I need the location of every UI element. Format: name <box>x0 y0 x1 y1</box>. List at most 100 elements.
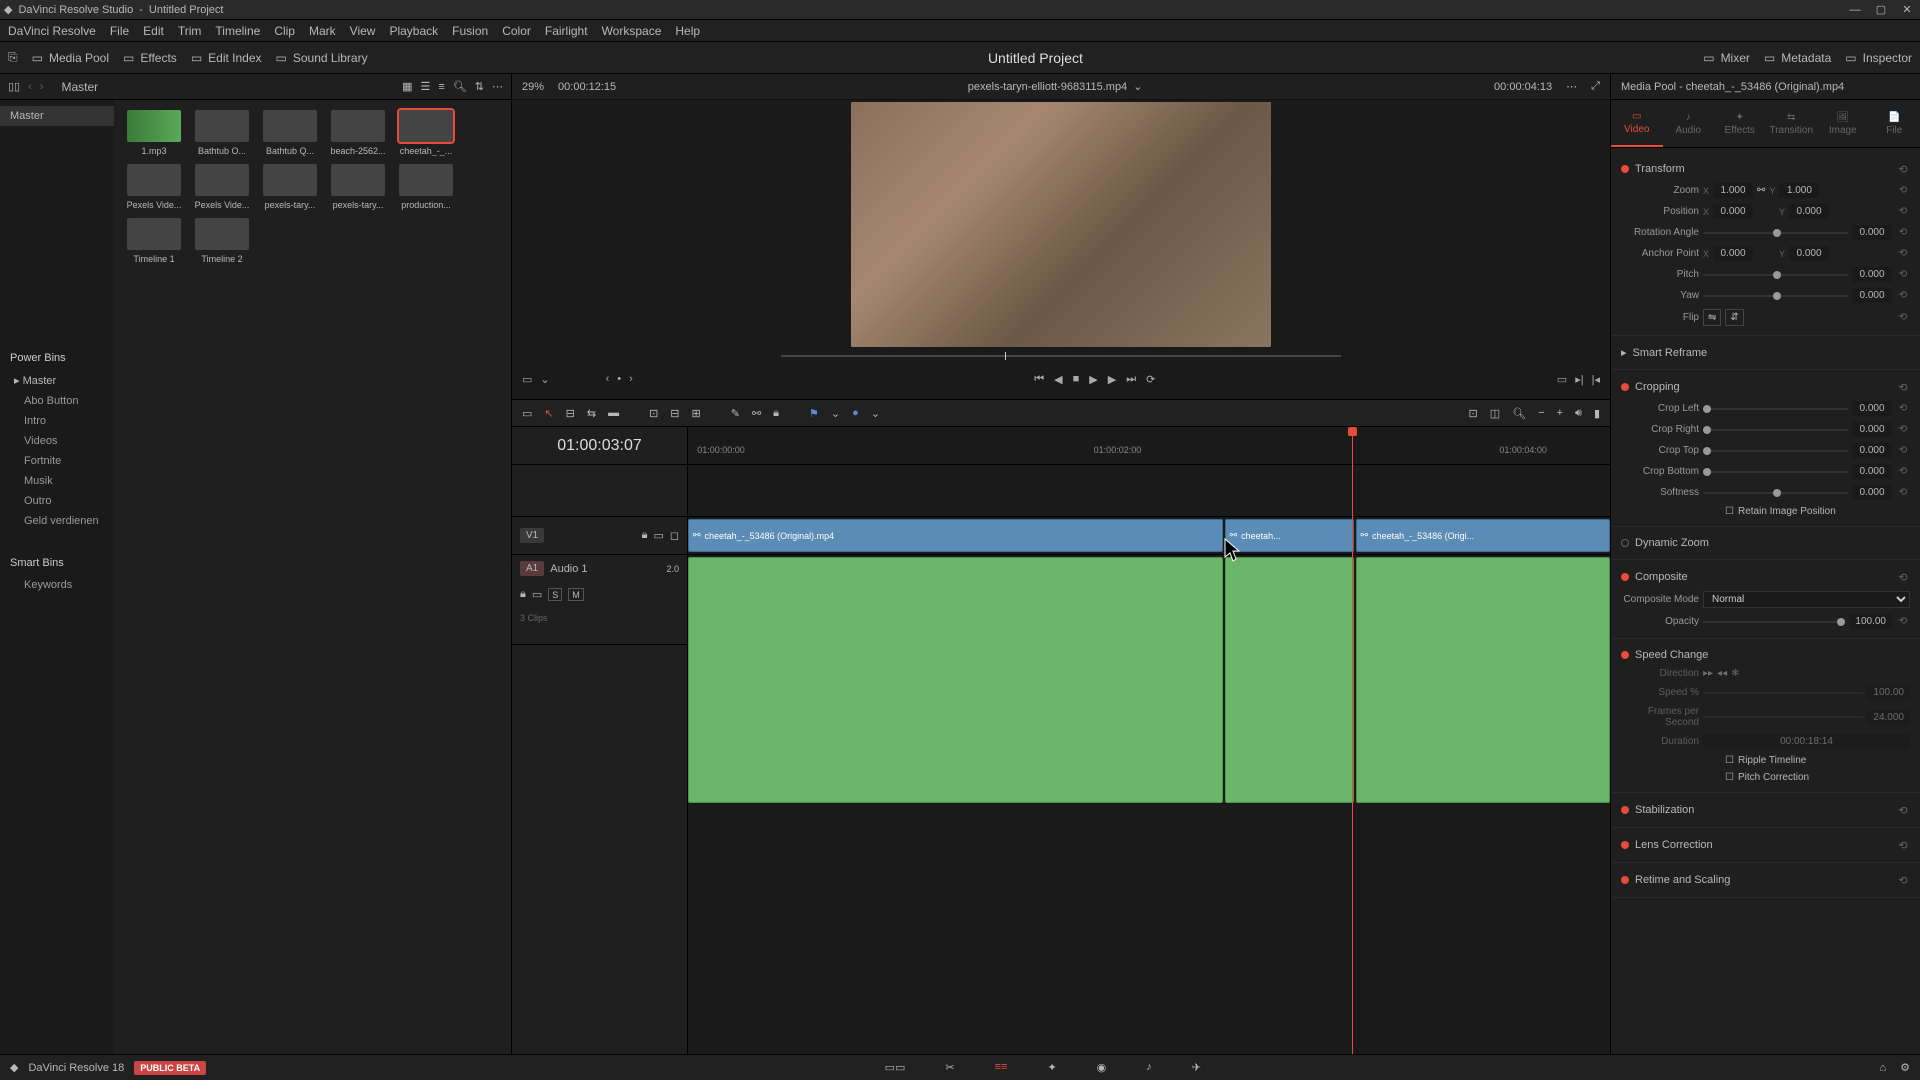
zoom-out-icon[interactable]: − <box>1538 407 1544 419</box>
inspector-tab-file[interactable]: 📄File <box>1869 100 1920 147</box>
v1-lock-icon[interactable]: 🔒︎ <box>642 529 648 542</box>
transform-enable-dot[interactable] <box>1621 165 1629 173</box>
clip-dropdown-icon[interactable]: ⌄ <box>1133 80 1142 93</box>
viewer-scrubber[interactable] <box>512 347 1610 365</box>
menu-davinci-resolve[interactable]: DaVinci Resolve <box>8 24 96 38</box>
lens-correction-head[interactable]: Lens Correction⟲ <box>1621 834 1910 856</box>
media-item[interactable]: pexels-tary... <box>260 164 320 210</box>
crop-top-input[interactable]: 0.000 <box>1852 443 1892 458</box>
power-bins-master[interactable]: ▸ Master <box>0 370 114 391</box>
metadata-button[interactable]: ▭Metadata <box>1764 51 1831 65</box>
menu-trim[interactable]: Trim <box>178 24 202 38</box>
flip-h-icon[interactable]: ⇋ <box>1703 309 1721 326</box>
power-bin-item[interactable]: Outro <box>0 491 114 511</box>
ripple-checkbox[interactable]: ☐ <box>1725 755 1734 766</box>
dynamic-zoom-enable-dot[interactable] <box>1621 539 1629 547</box>
viewer-options-icon[interactable]: ⋯ <box>1566 80 1577 93</box>
composite-enable-dot[interactable] <box>1621 573 1629 581</box>
flag-icon[interactable]: ⚑ <box>809 407 819 420</box>
video-clip[interactable]: ⚯cheetah_-_53486 (Original).mp4 <box>688 519 1223 552</box>
breadcrumb[interactable]: Master <box>61 80 98 94</box>
audio-clip[interactable] <box>1225 557 1354 803</box>
nav-forward-icon[interactable]: › <box>40 81 44 93</box>
inspector-tab-transition[interactable]: ⇆Transition <box>1766 100 1818 147</box>
overwrite-icon[interactable]: ▭ <box>1557 373 1567 386</box>
link-zoom-icon[interactable]: ⚯ <box>1757 185 1765 196</box>
menu-timeline[interactable]: Timeline <box>215 24 260 38</box>
media-page-button[interactable]: ▭▭ <box>885 1061 906 1074</box>
power-bin-item[interactable]: Abo Button <box>0 391 114 411</box>
crop-left-input[interactable]: 0.000 <box>1852 401 1892 416</box>
reset-icon[interactable]: ⟲ <box>1896 803 1910 817</box>
selection-tool-icon[interactable]: ↖ <box>544 407 553 420</box>
audio-track-header[interactable]: A1 Audio 1 2.0 🔒︎ ▭ S M 3 Clips <box>512 555 687 645</box>
viewer-zoom[interactable]: 29% <box>522 81 544 93</box>
media-item[interactable]: Pexels Vide... <box>124 164 184 210</box>
snap-icon[interactable]: ✎ <box>731 407 740 420</box>
flag-dropdown-icon[interactable]: ⌄ <box>831 407 840 420</box>
v1-label[interactable]: V1 <box>520 528 544 543</box>
zoom-y-input[interactable]: 1.000 <box>1779 183 1819 198</box>
reset-icon[interactable]: ⟲ <box>1896 486 1910 500</box>
media-item[interactable]: beach-2562... <box>328 110 388 156</box>
media-item[interactable]: Timeline 2 <box>192 218 252 264</box>
link-icon[interactable]: ⚯ <box>752 407 761 420</box>
play-icon[interactable]: ▶ <box>1089 373 1097 386</box>
media-pool-button[interactable]: ▭Media Pool <box>32 51 109 65</box>
timeline-ruler[interactable]: 01:00:00:0001:00:02:0001:00:04:00 <box>688 427 1610 465</box>
reset-icon[interactable]: ⟲ <box>1896 184 1910 198</box>
trim-tool-icon[interactable]: ⊟ <box>566 407 575 420</box>
rotation-input[interactable]: 0.000 <box>1852 225 1892 240</box>
rotation-slider[interactable] <box>1703 232 1848 234</box>
quick-export-icon[interactable]: ⎘ <box>8 50 18 65</box>
crop-right-slider[interactable] <box>1703 429 1848 431</box>
anchor-x-input[interactable]: 0.000 <box>1713 246 1753 261</box>
list-view-icon[interactable]: ≡ <box>438 81 444 93</box>
pos-x-input[interactable]: 0.000 <box>1713 204 1753 219</box>
reset-icon[interactable]: ⟲ <box>1896 247 1910 261</box>
menu-file[interactable]: File <box>110 24 129 38</box>
direction-fwd-icon[interactable]: ▸▸ <box>1703 668 1713 679</box>
menu-color[interactable]: Color <box>502 24 531 38</box>
sort-icon[interactable]: ⇅ <box>475 80 484 93</box>
match-frame-icon[interactable]: ▭ <box>522 373 532 386</box>
video-clip[interactable]: ⚯cheetah... <box>1225 519 1354 552</box>
video-clip[interactable]: ⚯cheetah_-_53486 (Origi... <box>1356 519 1610 552</box>
blade-tool-icon[interactable]: ▬ <box>608 407 619 419</box>
prev-edit-icon[interactable]: ‹ <box>606 373 610 386</box>
menu-clip[interactable]: Clip <box>274 24 295 38</box>
stabilization-head[interactable]: Stabilization⟲ <box>1621 799 1910 821</box>
pos-y-input[interactable]: 0.000 <box>1789 204 1829 219</box>
zoom-fit-icon[interactable]: ⊡ <box>1469 407 1478 420</box>
power-bin-item[interactable]: Videos <box>0 431 114 451</box>
zoom-in-icon[interactable]: + <box>1557 407 1563 419</box>
direction-rev-icon[interactable]: ◂◂ <box>1717 668 1727 679</box>
opacity-input[interactable]: 100.00 <box>1849 614 1892 629</box>
a1-lock-icon[interactable]: 🔒︎ <box>520 588 526 601</box>
cut-page-button[interactable]: ✂ <box>945 1061 954 1074</box>
reset-icon[interactable]: ⟲ <box>1896 380 1910 394</box>
menu-fairlight[interactable]: Fairlight <box>545 24 588 38</box>
softness-input[interactable]: 0.000 <box>1852 485 1892 500</box>
a1-label[interactable]: A1 <box>520 561 544 576</box>
pitch-slider[interactable] <box>1703 274 1848 276</box>
stop-icon[interactable]: ■ <box>1073 373 1080 385</box>
marker-dropdown-icon[interactable]: ⌄ <box>871 407 880 420</box>
media-item[interactable]: production... <box>396 164 456 210</box>
reset-icon[interactable]: ⟲ <box>1896 465 1910 479</box>
yaw-input[interactable]: 0.000 <box>1852 288 1892 303</box>
color-page-button[interactable]: ◉ <box>1097 1061 1107 1074</box>
transform-section-head[interactable]: Transform ⟲ <box>1621 158 1910 180</box>
speed-enable-dot[interactable] <box>1621 651 1629 659</box>
inspector-tab-audio[interactable]: ♪Audio <box>1663 100 1715 147</box>
dynamic-trim-icon[interactable]: ⇆ <box>587 407 596 420</box>
audio-track[interactable] <box>688 555 1610 805</box>
anchor-y-input[interactable]: 0.000 <box>1789 246 1829 261</box>
replace-clip-icon[interactable]: ⊞ <box>692 407 701 420</box>
stop-edit-icon[interactable]: • <box>617 373 621 386</box>
menu-workspace[interactable]: Workspace <box>602 24 662 38</box>
marker-icon[interactable]: ● <box>852 407 859 419</box>
power-bin-item[interactable]: Fortnite <box>0 451 114 471</box>
media-item[interactable]: cheetah_-_... <box>396 110 456 156</box>
pitch-checkbox[interactable]: ☐ <box>1725 772 1734 783</box>
